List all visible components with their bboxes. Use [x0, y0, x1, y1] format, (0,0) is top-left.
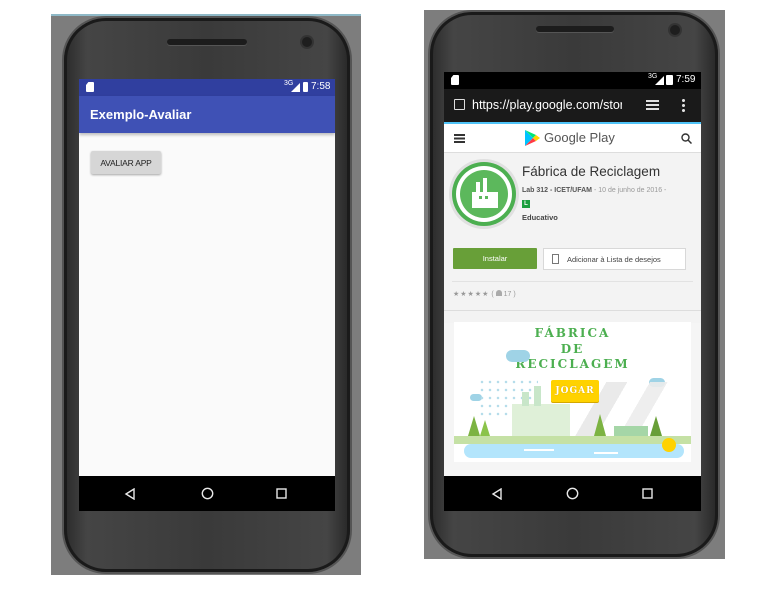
water	[464, 444, 684, 458]
coin-icon	[662, 438, 676, 452]
left-phone-frame: 3G 7:58 Exemplo-Avaliar AVALIAR APP	[64, 18, 350, 572]
avaliar-app-button[interactable]: AVALIAR APP	[91, 151, 161, 174]
app-title: Exemplo-Avaliar	[90, 107, 192, 122]
status-bar: 3G 7:59	[444, 72, 701, 89]
left-phone-screen: 3G 7:58 Exemplo-Avaliar AVALIAR APP	[79, 79, 335, 511]
tree-icon	[594, 414, 606, 436]
rating-stars: ★★★★★	[453, 291, 490, 298]
app-category[interactable]: Educativo	[522, 213, 558, 222]
right-phone-screen: 3G 7:59 https://play.google.com/stor Goo…	[444, 72, 701, 476]
developer-line: Lab 312 - ICET/UFAM - 10 de junho de 201…	[522, 187, 666, 194]
app-bar: Exemplo-Avaliar	[79, 96, 335, 133]
avaliar-app-label: AVALIAR APP	[100, 157, 152, 168]
google-play-logo-icon	[525, 130, 540, 146]
signal-icon	[655, 76, 664, 85]
navigation-bar	[444, 476, 701, 511]
install-label: Instalar	[482, 254, 508, 263]
wishlist-label: Adicionar à Lista de desejos	[567, 254, 661, 264]
banner-title-line3: RECICLAGEM	[515, 357, 630, 371]
wishlist-icon	[552, 254, 559, 264]
left-phone-speaker	[167, 39, 247, 45]
recents-button[interactable]	[632, 476, 662, 511]
review-count: 17	[503, 291, 512, 298]
factory-building	[512, 404, 570, 438]
tabs-icon[interactable]	[646, 100, 659, 110]
right-phone-frame: 3G 7:59 https://play.google.com/stor Goo…	[430, 12, 718, 557]
content-rating-badge: L	[522, 200, 530, 208]
app-details-card: Fábrica de Reciclagem Lab 312 - ICET/UFA…	[444, 153, 701, 323]
factory-icon	[472, 192, 498, 208]
navigation-bar	[79, 476, 335, 511]
battery-icon	[666, 75, 673, 85]
jogar-button[interactable]: JOGAR	[551, 380, 599, 402]
tree-icon	[650, 416, 662, 436]
release-date: - 10 de junho de 2016 -	[593, 187, 667, 194]
tree-icon	[480, 420, 490, 436]
back-icon	[491, 487, 502, 500]
status-bar: 3G 7:58	[79, 79, 335, 96]
back-button[interactable]	[482, 476, 512, 511]
play-brand-text: Google Play	[544, 130, 615, 145]
jogar-label: JOGAR	[555, 386, 595, 396]
developer-name[interactable]: Lab 312 - ICET/UFAM	[522, 187, 592, 194]
recents-button[interactable]	[266, 476, 296, 511]
banner-title-line2: DE	[560, 342, 585, 356]
app-screenshot-banner[interactable]: FÁBRICA DE RECICLAGEM JOGAR	[454, 322, 691, 462]
cloud-icon	[506, 350, 530, 362]
recents-icon	[641, 488, 653, 499]
menu-dots-icon[interactable]	[682, 98, 685, 112]
recents-icon	[275, 488, 287, 499]
reviews-open-paren: (	[491, 291, 494, 298]
right-phone-camera	[670, 25, 680, 35]
app-icon[interactable]	[452, 162, 516, 226]
rating-row: ★★★★★ ( 17 )	[453, 290, 516, 298]
url-text[interactable]: https://play.google.com/stor	[472, 98, 622, 112]
reviews-close-paren: )	[513, 291, 516, 298]
search-icon[interactable]	[681, 133, 692, 144]
home-icon	[201, 487, 213, 500]
app-name: Fábrica de Reciclagem	[522, 164, 661, 179]
sd-card-icon	[86, 82, 94, 92]
home-button[interactable]	[192, 476, 222, 511]
person-icon	[495, 290, 502, 296]
wishlist-button[interactable]: Adicionar à Lista de desejos	[543, 248, 686, 270]
right-phone-speaker	[536, 26, 614, 32]
battery-icon	[303, 82, 308, 92]
tree-icon	[468, 416, 480, 436]
banner-title-line1: FÁBRICA	[534, 326, 611, 340]
home-button[interactable]	[557, 476, 587, 511]
install-button[interactable]: Instalar	[453, 248, 537, 269]
hamburger-menu-icon[interactable]	[454, 134, 465, 143]
browser-toolbar: https://play.google.com/stor	[444, 89, 701, 124]
clock-text: 7:58	[311, 81, 331, 92]
ground	[454, 436, 691, 444]
home-icon	[566, 487, 578, 500]
play-header: Google Play	[444, 124, 701, 153]
left-phone-camera	[302, 37, 312, 47]
sd-card-icon	[451, 75, 459, 85]
back-icon	[124, 487, 135, 500]
clock-text: 7:59	[676, 74, 696, 85]
site-info-icon[interactable]	[454, 99, 465, 110]
back-button[interactable]	[115, 476, 145, 511]
signal-icon	[291, 83, 300, 92]
